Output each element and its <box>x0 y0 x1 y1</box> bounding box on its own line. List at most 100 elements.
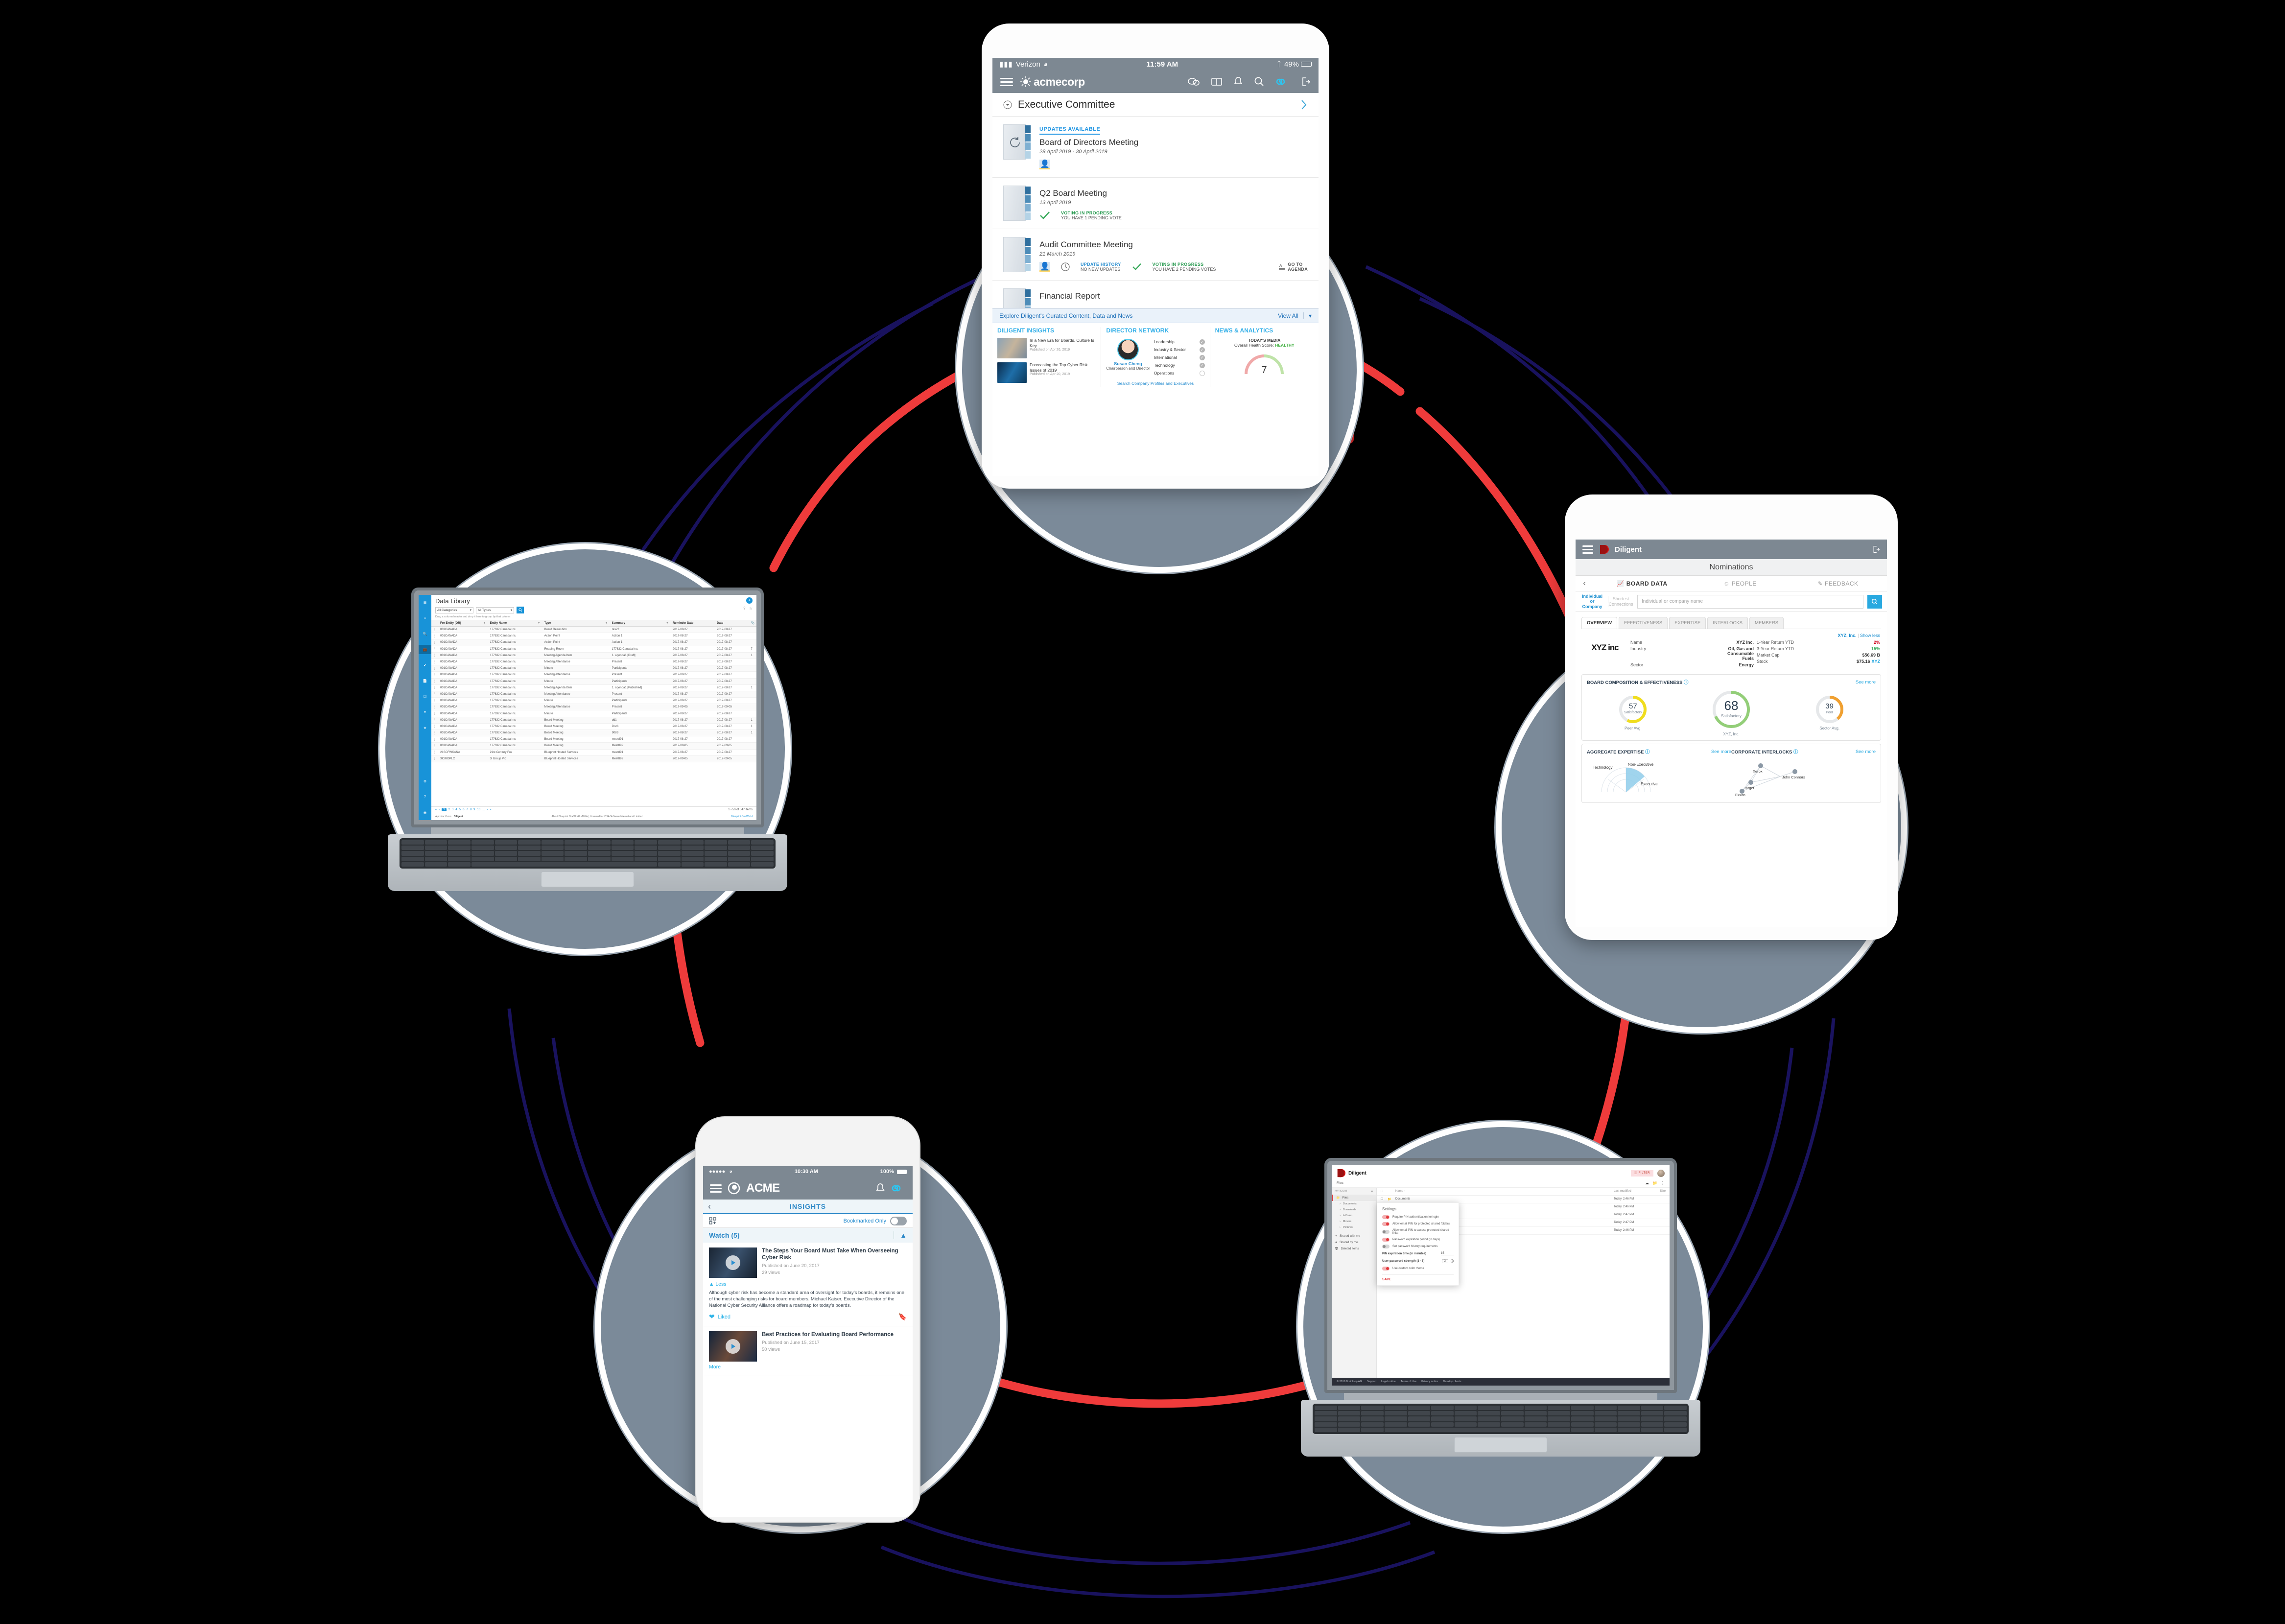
meeting-list-item[interactable]: Audit Committee Meeting 21 March 2019 👤 … <box>992 229 1319 281</box>
filter-button[interactable]: ☰ FILTER <box>1630 1170 1653 1177</box>
briefcase-icon[interactable]: 💼 <box>419 645 431 654</box>
book-icon[interactable] <box>1211 77 1223 87</box>
pin-expiration-input[interactable]: 15 <box>1441 1252 1454 1255</box>
settings-option[interactable]: Allow email PIN for protected shared fol… <box>1382 1222 1454 1226</box>
settings-option[interactable]: Require PIN authentication for login <box>1382 1215 1454 1219</box>
col-type[interactable]: Type ▼ <box>542 620 610 627</box>
page-number[interactable]: 8 <box>470 808 471 811</box>
row-menu-icon[interactable]: ⋮ <box>431 749 438 756</box>
col-size[interactable]: Size <box>1650 1190 1666 1193</box>
table-row[interactable]: ⋮ 3IGROPLC 3i Group Plc Blueprint Hosted Se… <box>431 755 756 762</box>
company-chip[interactable]: XYZ, Inc. <box>1838 633 1857 638</box>
sidebar-item-invision[interactable]: › InVision <box>1332 1213 1376 1219</box>
video-thumbnail[interactable] <box>709 1247 757 1278</box>
document-icon[interactable]: 📄 <box>419 676 431 685</box>
table-row[interactable]: ⋮ 001CANADA 177632 Canada Inc. Meeting Atte… <box>431 659 756 666</box>
tab-people[interactable]: ☺ PEOPLE <box>1691 580 1789 587</box>
row-menu-icon[interactable]: ⋮ <box>431 626 438 634</box>
infinity-icon[interactable] <box>1275 77 1290 86</box>
breadcrumb[interactable]: Files <box>1337 1181 1343 1185</box>
back-button[interactable]: ‹ <box>1576 579 1593 588</box>
footer-link-support[interactable]: Support <box>1367 1380 1376 1383</box>
logout-icon[interactable] <box>1872 545 1880 554</box>
save-button[interactable]: SAVE <box>1382 1274 1454 1281</box>
col-date[interactable]: Date <box>715 620 749 627</box>
settings-option[interactable]: Password expiration period (in days) <box>1382 1238 1454 1242</box>
share-icon[interactable]: ⇪ <box>743 606 746 611</box>
play-icon[interactable] <box>726 1339 740 1354</box>
table-row[interactable]: ⋮ 001CANADA 177632 Canada Inc. Minute Partic… <box>431 697 756 705</box>
tab-feedback[interactable]: ✎ FEEDBACK <box>1789 580 1887 587</box>
row-menu-icon[interactable]: ⋮ <box>431 736 438 743</box>
meeting-list-item[interactable]: Financial Report <box>992 281 1319 308</box>
filter-icon[interactable]: ▼ <box>538 622 541 625</box>
page-number[interactable]: 6 <box>463 808 464 811</box>
table-row[interactable]: ⋮ 001CANADA 177632 Canada Inc. Reading Room… <box>431 646 756 653</box>
page-number[interactable]: 1 <box>442 808 447 811</box>
footer-link-desktop[interactable]: Desktop clients <box>1443 1380 1461 1383</box>
table-row[interactable]: ⋮ 21SCFWKANA 21st Century Fox Blueprint Hos… <box>431 749 756 756</box>
custom-theme-option[interactable]: Use custom color theme <box>1382 1267 1454 1271</box>
footer-link-privacy[interactable]: Privacy notice <box>1421 1380 1438 1383</box>
show-less-link[interactable]: Show less <box>1860 633 1880 638</box>
footer-link-legal[interactable]: Legal notice <box>1381 1380 1396 1383</box>
col-reminder-date[interactable]: Reminder Date <box>670 620 715 627</box>
settings-option[interactable]: Allow email PIN to access protected shar… <box>1382 1229 1454 1235</box>
search-button[interactable] <box>517 607 524 613</box>
table-row[interactable]: ⋮ 001CANADA 177632 Canada Inc. Board Meetin… <box>431 736 756 743</box>
page-last[interactable]: » <box>490 808 491 811</box>
watch-section-header[interactable]: Watch (5) ▲ <box>703 1228 913 1243</box>
hamburger-icon[interactable] <box>1000 76 1013 88</box>
page-first[interactable]: « <box>435 808 437 811</box>
info-icon[interactable]: ⓘ <box>1451 1259 1454 1263</box>
subtab-expertise[interactable]: EXPERTISE <box>1669 617 1706 629</box>
table-row[interactable]: ⋮ 001CANADA 177632 Canada Inc. Minute Partic… <box>431 678 756 685</box>
info-icon[interactable]: ⓘ <box>1684 680 1689 685</box>
meeting-list-item[interactable]: Q2 Board Meeting 13 April 2019 VOTING IN… <box>992 178 1319 229</box>
row-menu-icon[interactable]: ⋮ <box>431 723 438 730</box>
subtab-overview[interactable]: OVERVIEW <box>1581 617 1618 629</box>
page-number[interactable]: 7 <box>466 808 468 811</box>
page-number[interactable]: 3 <box>452 808 453 811</box>
subtab-effectiveness[interactable]: EFFECTIVENESS <box>1619 617 1668 629</box>
page-prev[interactable]: ‹ <box>439 808 440 811</box>
bell-icon[interactable] <box>1233 76 1243 87</box>
meeting-list-item[interactable]: UPDATES AVAILABLE Board of Directors Mee… <box>992 117 1319 178</box>
row-menu-icon[interactable]: ⋮ <box>431 704 438 711</box>
table-row[interactable]: ⋮ 001CANADA 177632 Canada Inc. Board Meetin… <box>431 730 756 737</box>
row-menu-icon[interactable]: ⋮ <box>431 742 438 750</box>
star-icon[interactable]: ★ <box>419 723 431 732</box>
info-icon[interactable]: ⓘ <box>1645 750 1650 755</box>
director-name[interactable]: Susan Cheng <box>1106 361 1150 366</box>
table-row[interactable]: ⋮ 001CANADA 177632 Canada Inc. Minute Partic… <box>431 710 756 717</box>
avatar[interactable] <box>1657 1169 1665 1177</box>
sidebar-item-movies[interactable]: › Movies <box>1332 1219 1376 1224</box>
custom-theme-toggle[interactable] <box>1382 1267 1390 1271</box>
upload-icon[interactable]: ☁ <box>1645 1181 1649 1185</box>
col-summary[interactable]: Summary ▼ <box>610 620 671 627</box>
star-icon[interactable]: ☆ <box>749 606 753 611</box>
table-row[interactable]: ⋮ 001CANADA 177632 Canada Inc. Meeting Atte… <box>431 671 756 679</box>
insight-article[interactable]: In a New Era for Boards, Culture Is Key … <box>997 338 1096 358</box>
logout-icon[interactable] <box>1301 76 1311 87</box>
setting-toggle[interactable] <box>1382 1222 1390 1226</box>
trackpad[interactable] <box>1454 1437 1547 1453</box>
row-menu-icon[interactable]: ⋮ <box>431 755 438 762</box>
explore-bar[interactable]: Explore Diligent's Curated Content, Data… <box>992 308 1319 323</box>
row-menu-icon[interactable]: ⋮ <box>431 633 438 640</box>
expand-toggle[interactable]: More <box>709 1364 907 1370</box>
subtab-members[interactable]: MEMBERS <box>1749 617 1784 629</box>
row-menu-icon[interactable]: ⋮ <box>431 659 438 666</box>
hamburger-icon[interactable] <box>1582 543 1593 556</box>
hamburger-icon[interactable] <box>710 1182 722 1195</box>
table-row[interactable]: ⋮ 001CANADA 177632 Canada Inc. Meeting Atte… <box>431 691 756 698</box>
search-icon[interactable] <box>1254 76 1265 87</box>
table-row[interactable]: ⋮ 001CANADA 177632 Canada Inc. Action Point… <box>431 639 756 646</box>
see-more-link[interactable]: See more <box>1856 680 1876 685</box>
segment-shortest-connections[interactable]: Shortest Connections <box>1608 596 1633 607</box>
people-icon[interactable]: 👤 <box>1039 262 1050 272</box>
table-row[interactable]: ⋮ 001CANADA 177632 Canada Inc. Board Meetin… <box>431 717 756 724</box>
trackpad[interactable] <box>541 871 634 887</box>
committee-selector[interactable]: Executive Committee <box>992 93 1319 117</box>
row-menu-icon[interactable]: ⋮ <box>431 697 438 705</box>
